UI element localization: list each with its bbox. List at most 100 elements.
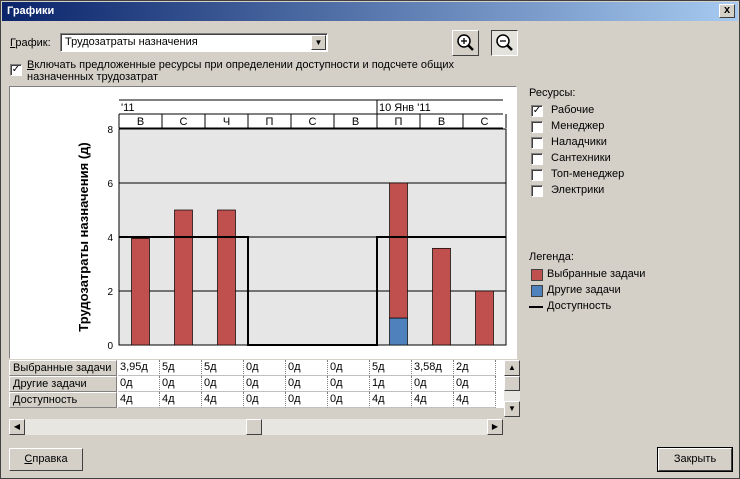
graph-label: График: [10, 37, 51, 49]
grid-cell[interactable]: 0д [286, 392, 328, 408]
y-tick-label: 0 [107, 341, 113, 352]
y-tick-label: 4 [107, 233, 113, 244]
day-label: Ч [223, 116, 230, 128]
grid-cell[interactable]: 0д [118, 376, 160, 392]
grid-cell[interactable]: 4д [370, 392, 412, 408]
day-label: С [180, 116, 188, 128]
horizontal-scrollbar[interactable]: ◀ ▶ [9, 419, 503, 435]
y-tick-label: 8 [107, 125, 113, 136]
grid-cell[interactable]: 2д [454, 360, 496, 376]
zoom-out-icon [496, 34, 513, 51]
week-label: 10 Янв '11 [379, 102, 431, 114]
resource-label: Электрики [551, 184, 605, 196]
legend-availability-label: Доступность [547, 300, 612, 312]
include-proposed-label-line2: назначенных трудозатрат [27, 71, 159, 83]
close-window-button[interactable]: x [719, 4, 735, 18]
resource-checkbox[interactable] [531, 185, 543, 197]
help-button[interactable]: Справка [9, 448, 83, 471]
chart-area: '11 10 Янв '11 В С Ч П С В П В С 0 2 4 6 8 Трудозатраты … [9, 86, 517, 359]
legend-availability-line [529, 306, 543, 308]
resource-label: Топ-менеджер [551, 168, 625, 180]
bar-selected-tasks [389, 182, 408, 319]
legend-title: Легенда: [529, 251, 574, 263]
grid-cell[interactable]: 0д [244, 392, 286, 408]
day-label: С [481, 116, 489, 128]
grid-cell[interactable]: 4д [160, 392, 202, 408]
grid-cell[interactable]: 0д [454, 376, 496, 392]
grid-cell[interactable]: 0д [286, 376, 328, 392]
y-axis-label: Трудозатраты назначения (д) [76, 142, 91, 331]
dropdown-arrow-icon[interactable]: ▼ [311, 35, 326, 50]
grid-row-header: Выбранные задачи [9, 360, 117, 376]
resource-checkbox[interactable] [531, 121, 543, 133]
legend-other-label: Другие задачи [547, 284, 621, 296]
grid-cell[interactable]: 5д [202, 360, 244, 376]
grid-cell[interactable]: 4д [202, 392, 244, 408]
legend-selected-label: Выбранные задачи [547, 268, 646, 280]
resource-checkbox[interactable]: ✓ [531, 105, 543, 117]
zoom-in-button[interactable] [452, 30, 479, 56]
grid-cell[interactable]: 0д [412, 376, 454, 392]
data-grid: Выбранные задачи 3,95д 5д 5д 0д 0д 0д 5д 3,58д 2д… [9, 360, 505, 408]
grid-row-header: Другие задачи [9, 376, 117, 392]
grid-cell[interactable]: 0д [286, 360, 328, 376]
resource-checkbox[interactable] [531, 137, 543, 149]
grid-cell[interactable]: 4д [454, 392, 496, 408]
zoom-in-icon [457, 34, 474, 51]
grid-cell[interactable]: 1д [370, 376, 412, 392]
zoom-out-button[interactable] [491, 30, 518, 56]
resources-title: Ресурсы: [529, 87, 576, 99]
grid-cell[interactable]: 0д [244, 360, 286, 376]
bar-selected-tasks [131, 238, 150, 346]
graph-select[interactable]: Трудозатраты назначения ▼ [60, 33, 328, 52]
bar-selected-tasks [174, 209, 193, 346]
y-tick-label: 6 [107, 179, 113, 190]
grid-cell[interactable]: 0д [328, 376, 370, 392]
bar-selected-tasks [475, 290, 494, 346]
grid-row-header: Доступность [9, 392, 117, 408]
legend-other-swatch [531, 285, 543, 297]
grid-cell[interactable]: 0д [328, 360, 370, 376]
resource-label: Менеджер [551, 120, 605, 132]
horizontal-scroll-thumb[interactable] [246, 419, 262, 435]
grid-cell[interactable]: 3,58д [412, 360, 454, 376]
graph-select-value: Трудозатраты назначения [65, 36, 198, 48]
grid-cell[interactable]: 0д [160, 376, 202, 392]
grid-cell[interactable]: 3,95д [118, 360, 160, 376]
title-bar: Графики x [2, 2, 738, 21]
day-label: В [352, 116, 359, 128]
grid-cell[interactable]: 5д [160, 360, 202, 376]
include-proposed-checkbox[interactable]: ✓ [10, 64, 22, 76]
resource-checkbox[interactable] [531, 169, 543, 181]
grid-cell[interactable]: 0д [328, 392, 370, 408]
day-label: В [438, 116, 445, 128]
grid-cell[interactable]: 0д [202, 376, 244, 392]
vertical-scroll-thumb[interactable] [504, 376, 520, 391]
grid-cell[interactable]: 5д [370, 360, 412, 376]
close-button[interactable]: Закрыть [657, 447, 733, 472]
window-title: Графики [7, 5, 55, 17]
scroll-left-icon[interactable]: ◀ [9, 419, 25, 435]
grid-cell[interactable]: 4д [118, 392, 160, 408]
day-label: С [309, 116, 317, 128]
resource-label: Наладчики [551, 136, 607, 148]
grid-cell[interactable]: 4д [412, 392, 454, 408]
day-label: В [137, 116, 144, 128]
grid-cell[interactable]: 0д [244, 376, 286, 392]
resource-label: Сантехники [551, 152, 611, 164]
day-label: П [395, 116, 403, 128]
include-proposed-label-line1: Включать предложенные ресурсы при опреде… [27, 59, 455, 71]
scroll-up-icon[interactable]: ▲ [504, 360, 520, 376]
scroll-right-icon[interactable]: ▶ [487, 419, 503, 435]
resource-label: Рабочие [551, 104, 595, 116]
vertical-scrollbar[interactable]: ▲ ▼ [504, 360, 520, 417]
bar-selected-tasks [432, 247, 451, 346]
resource-checkbox[interactable] [531, 153, 543, 165]
scroll-down-icon[interactable]: ▼ [504, 401, 520, 417]
legend-selected-swatch [531, 269, 543, 281]
bar-other-tasks [389, 317, 408, 346]
bar-selected-tasks [217, 209, 236, 346]
y-tick-label: 2 [107, 287, 113, 298]
week-label: '11 [121, 102, 135, 114]
work-chart: '11 10 Янв '11 В С Ч П С В П В С 0 2 4 6 8 Трудозатраты … [76, 99, 507, 352]
